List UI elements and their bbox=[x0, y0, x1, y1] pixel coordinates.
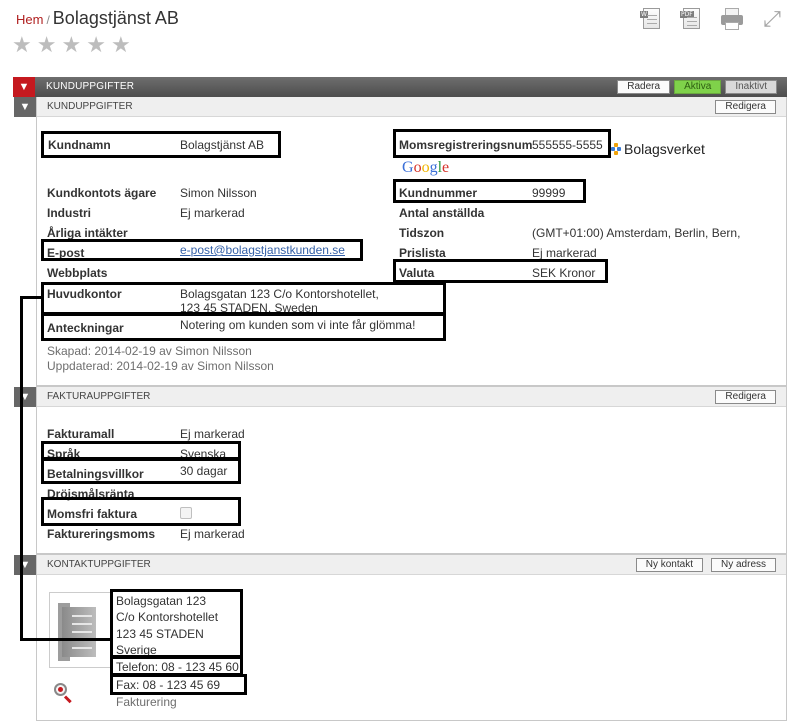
timezone-label: Tidszon bbox=[399, 226, 445, 240]
active-button[interactable]: Aktiva bbox=[674, 80, 722, 94]
bolagsverket-logo-icon bbox=[611, 143, 621, 155]
pricelist-label: Prislista bbox=[399, 246, 446, 260]
printer-icon[interactable] bbox=[719, 6, 745, 32]
invoice-template-value: Ej markerad bbox=[180, 427, 245, 441]
highlight-box bbox=[110, 589, 243, 658]
google-letter: e bbox=[442, 159, 450, 176]
delete-button[interactable]: Radera bbox=[617, 80, 671, 94]
website-label: Webbplats bbox=[47, 266, 108, 280]
main-header-title: KUNDUPPGIFTER bbox=[46, 81, 135, 92]
rating-stars: ★ ★ ★ ★ ★ bbox=[12, 34, 131, 56]
map-search-icon[interactable] bbox=[52, 682, 74, 704]
inactive-button[interactable]: Inaktivt bbox=[725, 80, 777, 94]
google-link[interactable]: Google bbox=[402, 159, 449, 177]
highlight-box bbox=[41, 239, 363, 261]
address-type: Fakturering bbox=[116, 695, 177, 709]
invoice-template-label: Fakturamall bbox=[47, 427, 115, 441]
collapse-triangle-icon[interactable]: ▼ bbox=[14, 97, 36, 117]
pricelist-value: Ej markerad bbox=[532, 246, 597, 260]
highlight-box bbox=[110, 656, 243, 676]
highlight-box bbox=[393, 179, 586, 203]
toolbar: W PDF ⤢ bbox=[639, 6, 785, 32]
star-icon[interactable]: ★ bbox=[86, 34, 106, 56]
connector-line bbox=[20, 638, 112, 641]
edit-customer-button[interactable]: Redigera bbox=[715, 100, 776, 114]
highlight-box bbox=[41, 131, 281, 158]
owner-value: Simon Nilsson bbox=[180, 186, 257, 200]
collapse-triangle-icon[interactable]: ▼ bbox=[14, 387, 36, 407]
invoice-vat-value: Ej markerad bbox=[180, 527, 245, 541]
star-icon[interactable]: ★ bbox=[61, 34, 81, 56]
highlight-box bbox=[41, 313, 446, 341]
highlight-box bbox=[41, 497, 241, 526]
building-icon bbox=[49, 592, 111, 668]
export-word-icon[interactable]: W bbox=[639, 6, 665, 32]
connector-line bbox=[20, 296, 23, 641]
new-address-button[interactable]: Ny adress bbox=[710, 558, 776, 572]
invoice-section-title: FAKTURAUPPGIFTER bbox=[47, 391, 151, 402]
google-letter: o bbox=[421, 159, 430, 176]
updated-info: Uppdaterad: 2014-02-19 av Simon Nilsson bbox=[47, 359, 274, 373]
breadcrumb: Hem / Bolagstjänst AB bbox=[16, 8, 179, 29]
google-letter: g bbox=[429, 159, 438, 176]
timezone-value: (GMT+01:00) Amsterdam, Berlin, Bern, bbox=[532, 226, 741, 240]
google-letter: o bbox=[413, 159, 422, 176]
owner-label: Kundkontots ägare bbox=[47, 186, 157, 200]
new-contact-button[interactable]: Ny kontakt bbox=[635, 558, 703, 572]
fullscreen-icon[interactable]: ⤢ bbox=[759, 6, 785, 32]
breadcrumb-separator: / bbox=[46, 13, 50, 27]
highlight-box bbox=[41, 282, 446, 315]
employees-label: Antal anställda bbox=[399, 206, 485, 220]
star-icon[interactable]: ★ bbox=[37, 34, 57, 56]
highlight-box bbox=[110, 674, 247, 695]
industry-value: Ej markerad bbox=[180, 206, 245, 220]
highlight-box bbox=[393, 129, 611, 158]
industry-label: Industri bbox=[47, 206, 91, 220]
bolagsverket-link[interactable]: Bolagsverket bbox=[611, 141, 705, 157]
annual-revenue-label: Årliga intäkter bbox=[47, 226, 128, 240]
star-icon[interactable]: ★ bbox=[12, 34, 32, 56]
bolagsverket-label: Bolagsverket bbox=[624, 141, 705, 157]
star-icon[interactable]: ★ bbox=[111, 34, 131, 56]
page-title: Bolagstjänst AB bbox=[52, 8, 179, 28]
top-bar: Hem / Bolagstjänst AB ★ ★ ★ ★ ★ W PDF ⤢ bbox=[0, 0, 805, 76]
main-header: ▼ KUNDUPPGIFTER Radera Aktiva Inaktivt bbox=[13, 77, 787, 97]
highlight-box bbox=[393, 259, 608, 283]
connector-line bbox=[20, 296, 42, 299]
contact-section-title: KONTAKTUPPGIFTER bbox=[47, 559, 151, 570]
breadcrumb-home-link[interactable]: Hem bbox=[16, 12, 43, 27]
created-info: Skapad: 2014-02-19 av Simon Nilsson bbox=[47, 344, 252, 358]
export-pdf-icon[interactable]: PDF bbox=[679, 6, 705, 32]
invoice-vat-label: Faktureringsmoms bbox=[47, 527, 156, 541]
collapse-triangle-icon[interactable]: ▼ bbox=[14, 555, 36, 575]
edit-invoice-button[interactable]: Redigera bbox=[715, 390, 776, 404]
collapse-triangle-icon[interactable]: ▼ bbox=[13, 77, 35, 97]
google-letter: G bbox=[402, 159, 414, 176]
customer-section-title: KUNDUPPGIFTER bbox=[47, 101, 133, 112]
highlight-box bbox=[41, 458, 241, 484]
